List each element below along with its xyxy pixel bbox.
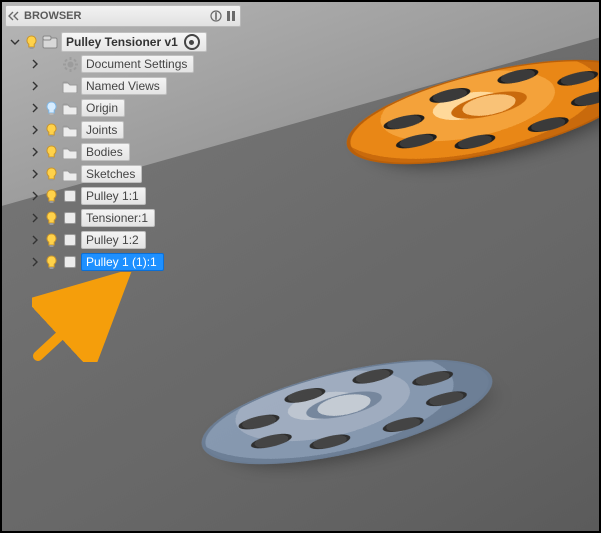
expander-right-icon[interactable] bbox=[29, 235, 41, 245]
browser-panel: BROWSER Pulley bbox=[5, 5, 241, 273]
tree-item-label: Tensioner:1 bbox=[81, 209, 155, 227]
component-icon bbox=[61, 233, 79, 247]
tree-item-document-settings[interactable]: Document Settings bbox=[5, 53, 241, 75]
panel-settings-icon[interactable] bbox=[210, 10, 222, 22]
activate-radio-icon[interactable] bbox=[184, 34, 200, 50]
tree-root-label-box[interactable]: Pulley Tensioner v1 bbox=[61, 32, 207, 52]
tree-item-joints[interactable]: Joints bbox=[5, 119, 241, 141]
app-frame: BROWSER Pulley bbox=[0, 0, 601, 533]
expander-right-icon[interactable] bbox=[29, 103, 41, 113]
tree-item-pulley-1-copy-1[interactable]: Pulley 1 (1):1 bbox=[5, 251, 241, 273]
tree-item-label: Sketches bbox=[81, 165, 142, 183]
folder-icon bbox=[61, 80, 79, 93]
folder-icon bbox=[61, 124, 79, 137]
tree-item-label: Document Settings bbox=[81, 55, 194, 73]
bulb-on-icon[interactable] bbox=[43, 189, 59, 204]
expander-right-icon[interactable] bbox=[29, 169, 41, 179]
folder-icon bbox=[61, 102, 79, 115]
expander-down-icon[interactable] bbox=[9, 37, 21, 47]
bulb-on-icon[interactable] bbox=[43, 211, 59, 226]
bulb-on-icon[interactable] bbox=[23, 35, 39, 50]
expander-right-icon[interactable] bbox=[29, 191, 41, 201]
bulb-on-icon[interactable] bbox=[43, 145, 59, 160]
tree-item-named-views[interactable]: Named Views bbox=[5, 75, 241, 97]
tree-item-label: Joints bbox=[81, 121, 124, 139]
gear-icon bbox=[61, 57, 79, 72]
tree-item-tensioner-1[interactable]: Tensioner:1 bbox=[5, 207, 241, 229]
folder-icon bbox=[61, 146, 79, 159]
tree-root-label: Pulley Tensioner v1 bbox=[66, 35, 178, 49]
expander-right-icon[interactable] bbox=[29, 147, 41, 157]
tree-item-pulley-1-1[interactable]: Pulley 1:1 bbox=[5, 185, 241, 207]
tree-root-row[interactable]: Pulley Tensioner v1 bbox=[5, 31, 241, 53]
tree-item-pulley-1-2[interactable]: Pulley 1:2 bbox=[5, 229, 241, 251]
expander-right-icon[interactable] bbox=[29, 213, 41, 223]
bulb-on-icon[interactable] bbox=[43, 233, 59, 248]
bulb-on-icon[interactable] bbox=[43, 123, 59, 138]
bulb-on-icon[interactable] bbox=[43, 167, 59, 182]
component-root-icon bbox=[41, 35, 59, 49]
collapse-left-icon[interactable] bbox=[8, 11, 20, 21]
bulb-off-icon[interactable] bbox=[43, 101, 59, 116]
browser-panel-header[interactable]: BROWSER bbox=[5, 5, 241, 27]
bulb-on-icon[interactable] bbox=[43, 255, 59, 270]
browser-panel-title: BROWSER bbox=[24, 10, 81, 22]
tree-item-bodies[interactable]: Bodies bbox=[5, 141, 241, 163]
tree-item-label: Pulley 1:2 bbox=[81, 231, 146, 249]
tree-item-label: Named Views bbox=[81, 77, 167, 95]
component-icon bbox=[61, 211, 79, 225]
expander-right-icon[interactable] bbox=[29, 81, 41, 91]
tree-item-label: Bodies bbox=[81, 143, 130, 161]
tree-item-label: Origin bbox=[81, 99, 125, 117]
folder-icon bbox=[61, 168, 79, 181]
tree-item-label: Pulley 1:1 bbox=[81, 187, 146, 205]
expander-right-icon[interactable] bbox=[29, 257, 41, 267]
component-icon bbox=[61, 255, 79, 269]
tree-item-label-selected: Pulley 1 (1):1 bbox=[81, 253, 164, 271]
expander-right-icon[interactable] bbox=[29, 59, 41, 69]
browser-tree: Pulley Tensioner v1 Document Settings bbox=[5, 27, 241, 273]
tree-item-origin[interactable]: Origin bbox=[5, 97, 241, 119]
expander-right-icon[interactable] bbox=[29, 125, 41, 135]
component-icon bbox=[61, 189, 79, 203]
tree-item-sketches[interactable]: Sketches bbox=[5, 163, 241, 185]
panel-undock-icon[interactable] bbox=[226, 10, 236, 22]
